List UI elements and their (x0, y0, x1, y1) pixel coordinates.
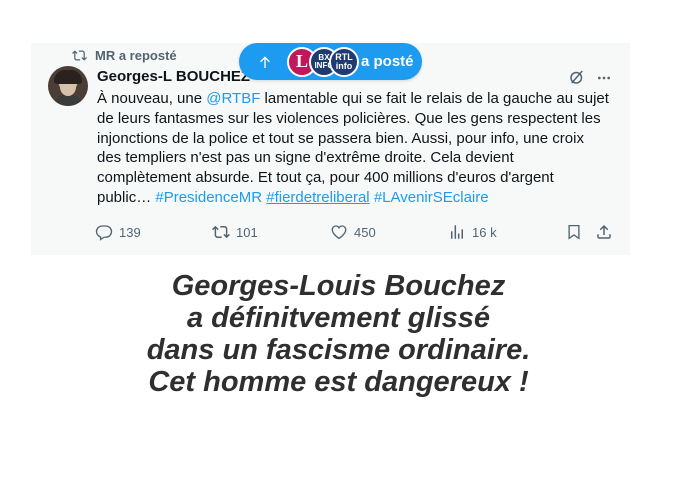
share-icon (597, 224, 611, 239)
more-options-icon[interactable] (595, 70, 613, 86)
author-name[interactable]: Georges-L BOUCHEZ (97, 68, 250, 85)
caption-line-2: a définitvement glissé (187, 302, 490, 334)
tweet-actions: 139 101 450 16 k (95, 222, 615, 242)
repost-icon (72, 49, 87, 61)
views-button[interactable]: 16 k (448, 222, 497, 242)
bookmark-button[interactable] (565, 222, 583, 242)
repost-label[interactable]: MR a reposté (95, 48, 177, 63)
hashtag-lavenirseclaire[interactable]: #LAvenirSEclaire (374, 189, 489, 206)
account-logos: L BX INFO RTL info (287, 46, 359, 78)
caption-line-1: Georges-Louis Bouchez (171, 270, 506, 302)
reply-button[interactable]: 139 (95, 222, 141, 242)
posted-label: a posté (361, 53, 414, 70)
repost-icon (212, 225, 230, 239)
like-button[interactable]: 450 (330, 222, 376, 242)
repost-button[interactable]: 101 (212, 222, 258, 242)
share-button[interactable] (595, 222, 613, 242)
hashtag-presidencemr[interactable]: #PresidenceMR (155, 189, 262, 206)
hashtag-fierdetreliberal[interactable]: #fierdetreliberal (266, 189, 369, 206)
avatar[interactable] (48, 66, 88, 106)
mention-rtbf[interactable]: @RTBF (206, 90, 260, 107)
heart-icon (331, 225, 347, 240)
arrow-up-icon (260, 55, 270, 68)
tweet-text: À nouveau, une @RTBF lamentable qui se f… (97, 90, 609, 206)
grok-icon[interactable] (568, 68, 586, 86)
logo-rtl-info: RTL info (329, 46, 359, 77)
caption: Georges-Louis Bouchez a définitvement gl… (0, 270, 677, 398)
new-posts-pill[interactable]: L BX INFO RTL info a posté (239, 43, 422, 80)
caption-line-3: dans un fascisme ordinaire. (146, 334, 531, 366)
repost-header: MR a reposté (72, 47, 177, 63)
caption-line-4: Cet homme est dangereux ! (148, 366, 529, 398)
reply-icon (95, 225, 113, 241)
bookmark-icon (568, 224, 580, 240)
views-chart-icon (451, 225, 463, 239)
